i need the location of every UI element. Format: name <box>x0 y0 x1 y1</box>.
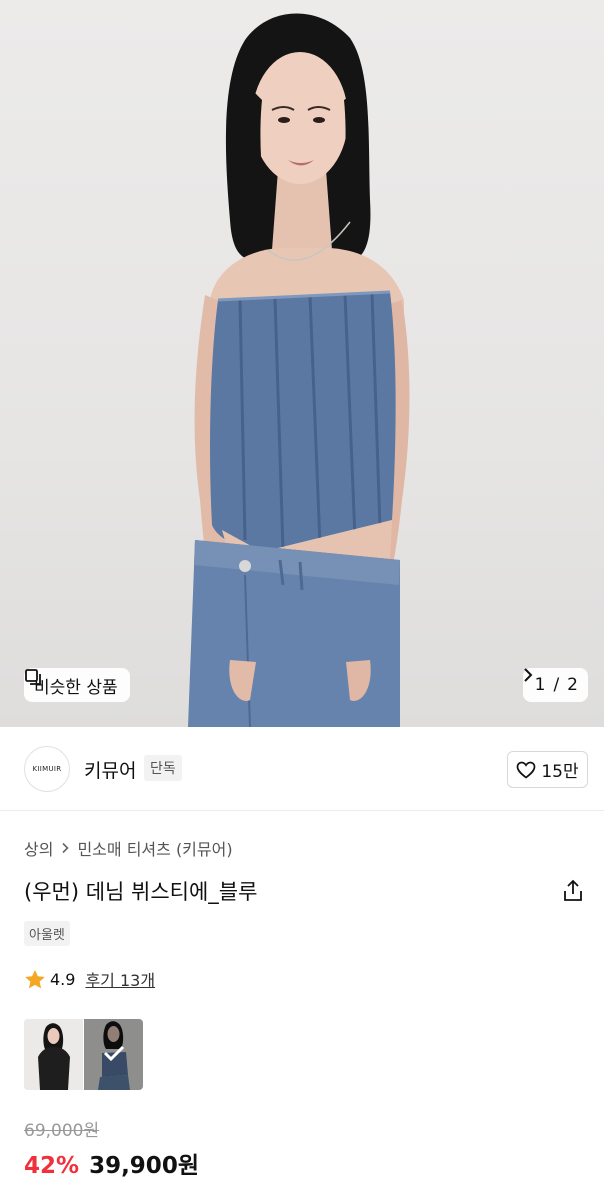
black-swatch-image <box>24 1019 83 1090</box>
product-title: (우먼) 데님 뷔스티에_블루 <box>24 880 258 904</box>
breadcrumb: 상의 민소매 티셔츠 (키뮤어) <box>24 836 233 860</box>
discount-rate: 42% <box>24 1153 80 1179</box>
pager-total: 2 <box>567 675 578 695</box>
brand-name[interactable]: 키뮤어 <box>84 756 136 783</box>
chevron-right-icon <box>523 668 533 682</box>
sale-price: 39,900원 <box>89 1153 199 1179</box>
pager-separator: / <box>553 675 560 695</box>
similar-items-icon <box>25 669 41 685</box>
color-options <box>24 1019 143 1090</box>
chevron-right-icon <box>62 842 70 854</box>
like-count: 15만 <box>541 762 579 782</box>
rating-row: 4.9 후기 13개 <box>24 967 155 991</box>
reviews-link[interactable]: 후기 13개 <box>85 967 155 991</box>
rating-value: 4.9 <box>50 969 76 989</box>
similar-items-label: 비슷한 상품 <box>34 677 118 698</box>
color-option-black[interactable] <box>24 1019 83 1090</box>
share-icon[interactable] <box>560 878 586 904</box>
price-row: 42% 39,900원 <box>24 1146 199 1180</box>
star-icon <box>25 969 45 988</box>
brand-logo-text: KIIMUIR <box>32 765 62 773</box>
check-icon <box>103 1045 125 1062</box>
original-price: 69,000원 <box>24 1121 100 1141</box>
brand-row: KIIMUIR 키뮤어 단독 15만 <box>0 727 604 811</box>
like-button[interactable]: 15만 <box>507 751 588 788</box>
color-option-blue[interactable] <box>84 1019 143 1090</box>
product-photo <box>188 13 410 727</box>
similar-items-button[interactable]: 비슷한 상품 <box>24 668 130 702</box>
product-image-carousel[interactable]: 비슷한 상품 1 / 2 <box>0 0 604 727</box>
pager-current: 1 <box>534 675 546 695</box>
heart-icon <box>517 761 536 779</box>
brand-logo[interactable]: KIIMUIR <box>24 746 70 792</box>
image-pager[interactable]: 1 / 2 <box>522 668 588 702</box>
exclusive-badge: 단독 <box>144 755 182 781</box>
breadcrumb-item-category[interactable]: 상의 <box>24 836 53 860</box>
outlet-badge: 아울렛 <box>24 921 70 946</box>
breadcrumb-item-subcategory[interactable]: 민소매 티셔츠 (키뮤어) <box>77 836 232 860</box>
